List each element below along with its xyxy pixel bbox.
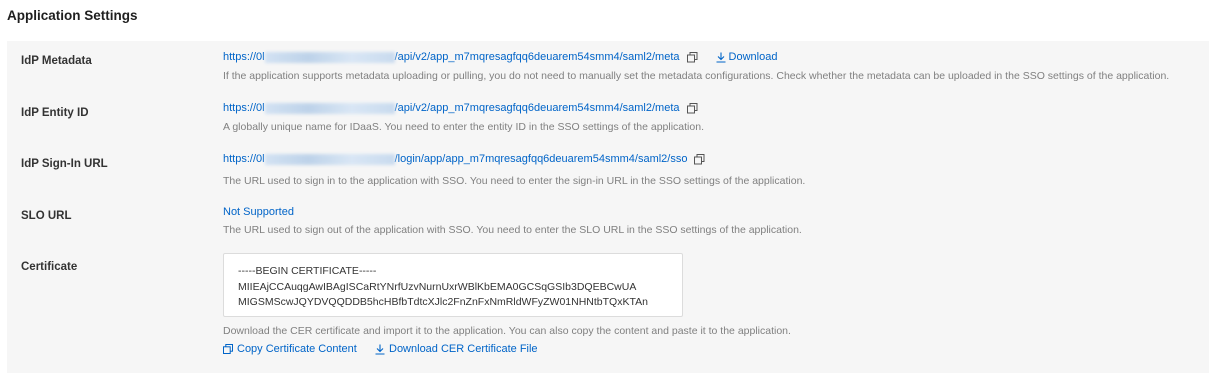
certificate-description: Download the CER certificate and import … (223, 325, 791, 337)
idp-metadata-description: If the application supports metadata upl… (223, 70, 1170, 82)
download-certificate-button[interactable]: Download CER Certificate File (375, 343, 538, 355)
copy-certificate-label: Copy Certificate Content (237, 343, 357, 355)
idp-metadata-url-prefix: https://0l (223, 51, 265, 63)
idp-entity-id-url-prefix: https://0l (223, 102, 265, 114)
idp-metadata-url-suffix: /api/v2/app_m7mqresagfqq6deuarem54smm4/s… (394, 51, 680, 63)
certificate-content-box[interactable]: -----BEGIN CERTIFICATE----- MIIEAjCCAuqg… (223, 253, 683, 317)
idp-metadata-label: IdP Metadata (21, 55, 92, 67)
download-icon (716, 52, 726, 63)
idp-signin-url-prefix: https://0l (223, 153, 265, 165)
download-icon (375, 344, 385, 355)
idp-signin-url-suffix: /login/app/app_m7mqresagfqq6deuarem54smm… (394, 153, 688, 165)
copy-icon[interactable] (686, 51, 698, 63)
copy-icon[interactable] (694, 153, 705, 165)
idp-signin-url-label: IdP Sign-In URL (21, 158, 108, 170)
redacted-host (264, 102, 395, 114)
certificate-line: MIGSMScwJQYDVQQDDB5hcHBfbTdtcXJlc2FnZnFx… (238, 296, 648, 308)
copy-certificate-button[interactable]: Copy Certificate Content (223, 343, 357, 355)
copy-icon[interactable] (686, 102, 698, 114)
certificate-line: MIIEAjCCAuqgAwIBAgISCaRtYNrfUzvNurnUxrWB… (238, 280, 637, 293)
download-metadata-link[interactable]: Download (716, 51, 778, 63)
idp-entity-id-description: A globally unique name for IDaaS. You ne… (223, 121, 704, 133)
copy-icon (223, 344, 233, 354)
idp-signin-url[interactable]: https://0l /login/app/app_m7mqresagfqq6d… (223, 153, 705, 165)
idp-entity-id-url-suffix: /api/v2/app_m7mqresagfqq6deuarem54smm4/s… (394, 102, 680, 114)
redacted-host (264, 153, 395, 165)
slo-url-value: Not Supported (223, 206, 294, 218)
download-certificate-label: Download CER Certificate File (389, 343, 538, 355)
idp-signin-url-description: The URL used to sign in to the applicati… (223, 175, 806, 187)
idp-entity-id-label: IdP Entity ID (21, 107, 89, 119)
slo-url-description: The URL used to sign out of the applicat… (223, 224, 802, 236)
slo-url-label: SLO URL (21, 210, 72, 222)
idp-metadata-url[interactable]: https://0l /api/v2/app_m7mqresagfqq6deua… (223, 51, 777, 63)
idp-entity-id-url[interactable]: https://0l /api/v2/app_m7mqresagfqq6deua… (223, 102, 698, 114)
settings-panel: IdP Metadata https://0l /api/v2/app_m7mq… (7, 41, 1209, 373)
section-title: Application Settings (7, 8, 138, 23)
certificate-line: -----BEGIN CERTIFICATE----- (238, 265, 377, 277)
redacted-host (264, 51, 395, 63)
download-metadata-label: Download (728, 51, 778, 63)
certificate-label: Certificate (21, 261, 78, 273)
